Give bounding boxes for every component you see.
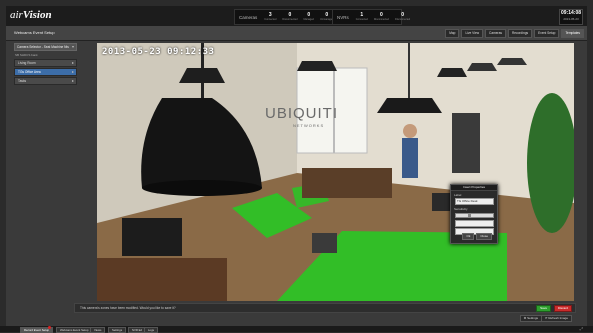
label-field-label: Label [454, 193, 462, 197]
sidebar-subtitle: SB SHDCS bank [15, 53, 38, 57]
cameras-stats-title: Cameras [239, 14, 258, 20]
unsaved-changes-bar: This camera's zones have been modified. … [74, 303, 576, 313]
nvr-stat-disconnected: 0 Disconnected [373, 12, 390, 22]
nvr-stat-connected: 1 Connected [355, 12, 368, 22]
slider-knob[interactable] [467, 213, 471, 217]
tab-live-view[interactable]: Live View [461, 29, 484, 38]
unsaved-message: This camera's zones have been modified. … [80, 306, 176, 310]
cameras-stats: Cameras 3 Connected 0 Disconnected 0 Manage… [234, 9, 336, 25]
video-timestamp: 2013-05-23 09:12:33 [102, 47, 215, 57]
settings-button[interactable]: ⚙ Settings [519, 315, 542, 322]
stat-managed: 0 Managed [303, 12, 314, 22]
zone-label-input[interactable]: TG Office Desk [455, 198, 494, 205]
clock-time: 09:14:08 [560, 10, 581, 16]
sensitivity-label: Sensitivity [454, 207, 468, 211]
sidebar-item-living-room[interactable]: Living Room ▸ [14, 59, 77, 67]
view-title: Webcams Event Setup [14, 30, 55, 35]
clock-date: 2013-05-23 [563, 17, 579, 21]
refresh-image-button[interactable]: ⟳ Refresh Image [540, 315, 572, 322]
sensitivity-slider[interactable] [455, 213, 494, 218]
camera-feed[interactable]: 2013-05-23 09:12:33 UBIQUITI NETWORKS In… [97, 43, 574, 301]
main-tabs: Map Live View Cameras Recordings Event S… [445, 29, 584, 38]
dialog-field[interactable] [455, 220, 494, 227]
chevron-right-icon: ▸ [71, 60, 74, 65]
stat-connected: 3 Connected [264, 12, 277, 22]
bottom-tab-bar: Record Event Setup Webcams Event Setup V… [0, 326, 593, 333]
sidebar-item-office-area[interactable]: TGs Office Area ▸ [14, 68, 77, 76]
bottom-tab-webcams-event-setup[interactable]: Webcams Event Setup [56, 327, 93, 333]
app-logo: airVision [10, 9, 52, 21]
nvrs-stats-title: NVRs [337, 14, 349, 20]
close-button[interactable]: Close [476, 233, 492, 240]
app-window: airVision Cameras 3 Connected 0 Disconnect… [6, 6, 587, 326]
notification-badge [48, 326, 51, 329]
clock: 09:14:08 2013-05-23 [559, 9, 583, 25]
camera-selector[interactable]: Camera Selector - Seat Machine Nts ▾ [14, 43, 77, 51]
bottom-tab-views[interactable]: Views [90, 327, 106, 333]
chevron-right-icon: ▸ [71, 69, 74, 74]
tab-recordings[interactable]: Recordings [507, 29, 533, 38]
discard-button[interactable]: Discard [553, 305, 572, 312]
wall-logo: UBIQUITI [265, 105, 339, 122]
ok-button[interactable]: Ok [462, 233, 475, 240]
chevron-right-icon: ▸ [71, 78, 74, 83]
stat-disconnected: 0 Disconnected [282, 12, 298, 22]
chevron-down-icon: ▾ [71, 44, 74, 49]
tab-cameras[interactable]: Cameras [485, 29, 506, 38]
tab-templates[interactable]: Templates [561, 29, 584, 38]
settings-row: ⚙ Settings ⟳ Refresh Image [74, 314, 574, 322]
zone-properties-dialog: Insert Properties Label TG Office Desk S… [450, 184, 498, 244]
bottom-tab-logs[interactable]: Logs [144, 327, 159, 333]
sidebar-item-tasks[interactable]: Tasks ▸ [14, 77, 77, 85]
view-header: Webcams Event Setup Map Live View Camera… [6, 26, 587, 41]
camera-sidebar: Camera Selector - Seat Machine Nts ▾ SB S… [14, 43, 77, 103]
top-bar: airVision Cameras 3 Connected 0 Disconnect… [6, 6, 587, 26]
dialog-buttons: Ok Close [462, 233, 492, 240]
camera-scene [97, 43, 574, 301]
tab-event-setup[interactable]: Event Setup [534, 29, 560, 38]
nvrs-stats: NVRs 1 Connected 0 Disconnected 0 Disconnec… [332, 9, 410, 25]
dialog-title: Insert Properties [451, 185, 497, 191]
nvr-stat-other: 0 Disconnected [395, 12, 411, 22]
tab-map[interactable]: Map [445, 29, 460, 38]
expand-icon[interactable]: ⤢ [580, 327, 583, 331]
save-button[interactable]: Save [536, 305, 551, 312]
wall-logo-sub: NETWORKS [293, 123, 325, 128]
bottom-tab-settings[interactable]: Settings [108, 327, 127, 333]
